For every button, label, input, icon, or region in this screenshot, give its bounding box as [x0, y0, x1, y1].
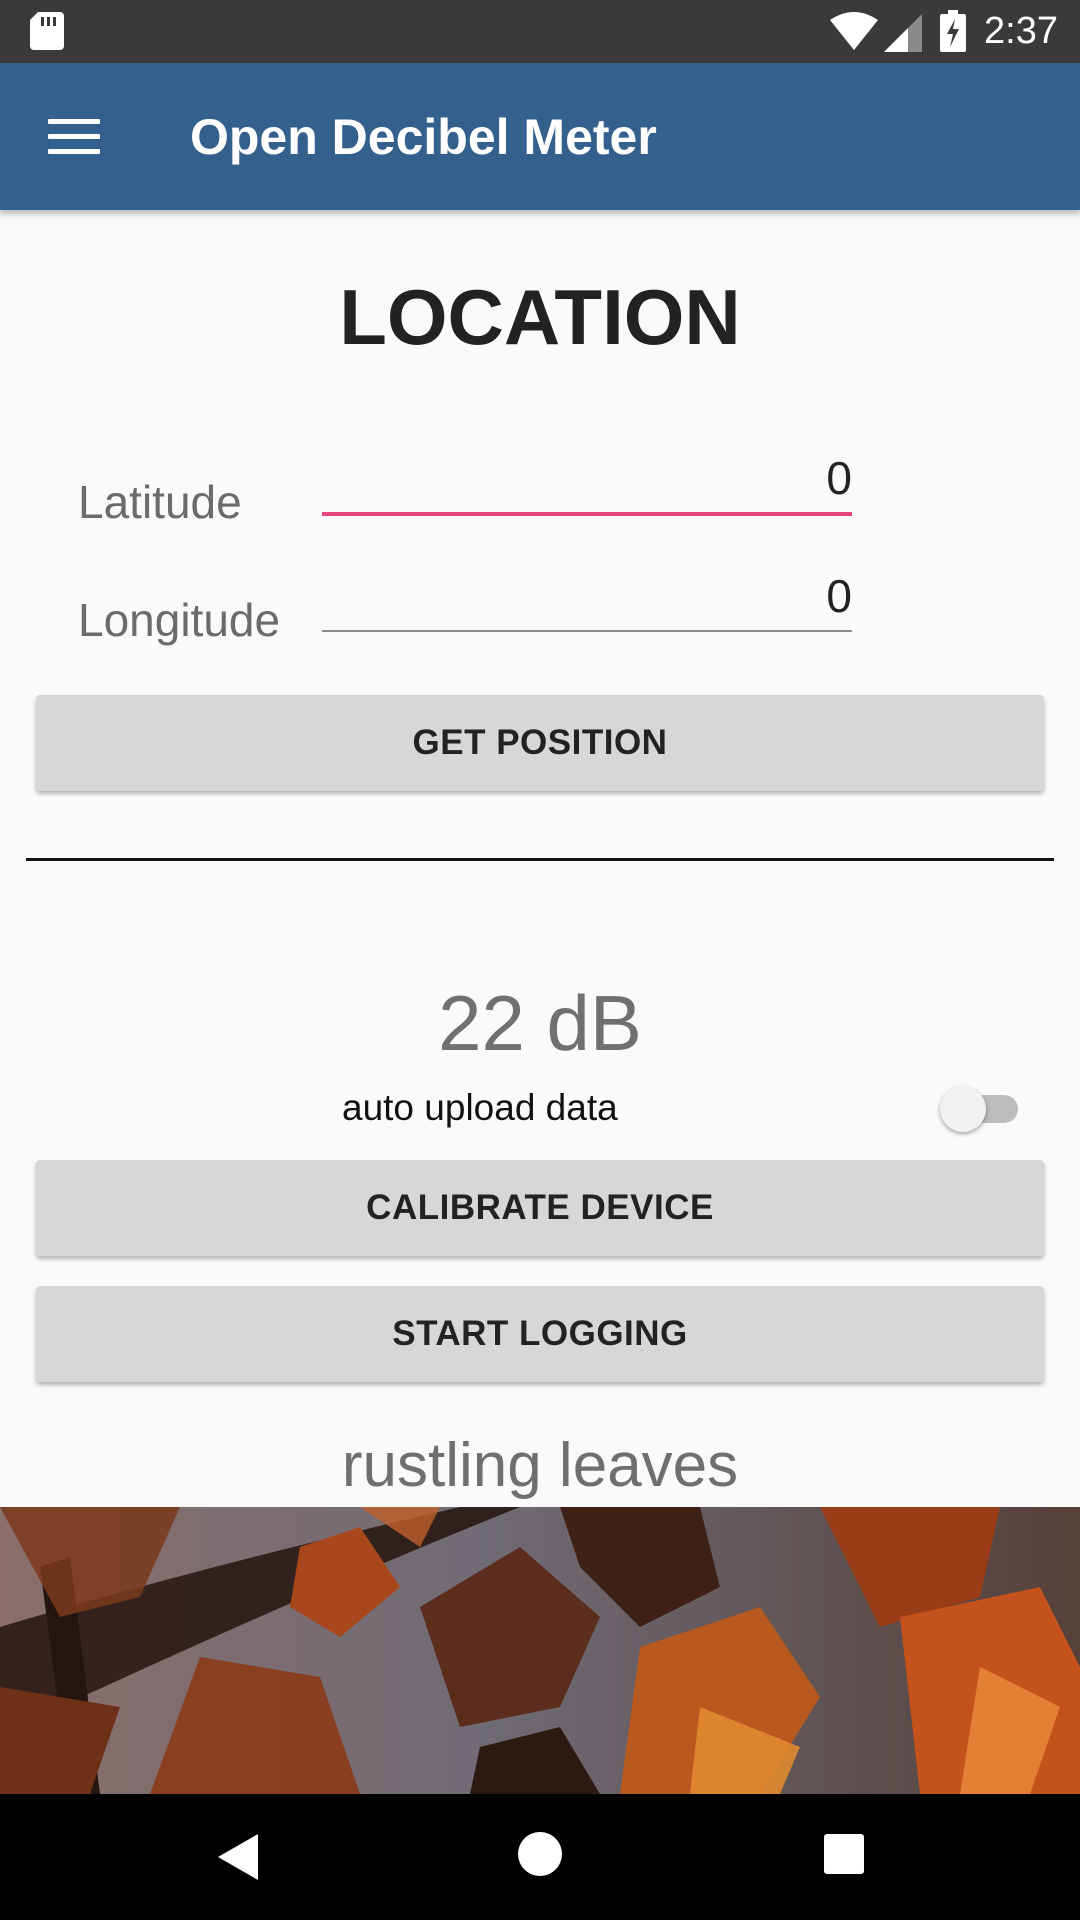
status-clock: 2:37 — [984, 10, 1058, 52]
wifi-icon — [830, 12, 878, 50]
location-title: LOCATION — [339, 273, 741, 361]
longitude-input[interactable] — [322, 561, 852, 631]
toggle-thumb — [940, 1086, 986, 1132]
recent-apps-icon[interactable] — [824, 1834, 864, 1874]
latitude-label: Latitude — [78, 476, 242, 528]
app-bar: Open Decibel Meter — [0, 63, 1080, 210]
signal-icon — [884, 14, 922, 52]
decibel-reading: 22 dB — [438, 979, 642, 1067]
status-bar: 2:37 — [0, 0, 1080, 63]
menu-icon[interactable] — [48, 119, 100, 155]
latitude-underline — [322, 512, 852, 516]
auto-upload-label: auto upload data — [342, 1087, 618, 1128]
latitude-input[interactable] — [322, 443, 852, 513]
sd-card-icon — [30, 12, 64, 50]
home-icon[interactable] — [518, 1832, 562, 1876]
calibrate-device-button[interactable]: CALIBRATE DEVICE — [36, 1160, 1044, 1256]
get-position-button[interactable]: GET POSITION — [36, 695, 1044, 791]
back-icon[interactable] — [214, 1832, 262, 1882]
autumn-leaves-photo — [0, 1507, 1080, 1794]
section-divider — [26, 858, 1054, 861]
longitude-label: Longitude — [78, 594, 281, 646]
battery-charging-icon — [940, 10, 966, 52]
app-title: Open Decibel Meter — [190, 109, 657, 165]
start-logging-button[interactable]: START LOGGING — [36, 1286, 1044, 1382]
navigation-bar — [0, 1794, 1080, 1920]
sound-reference-label: rustling leaves — [341, 1431, 739, 1500]
auto-upload-toggle[interactable] — [940, 1082, 1026, 1134]
longitude-underline — [322, 630, 852, 632]
